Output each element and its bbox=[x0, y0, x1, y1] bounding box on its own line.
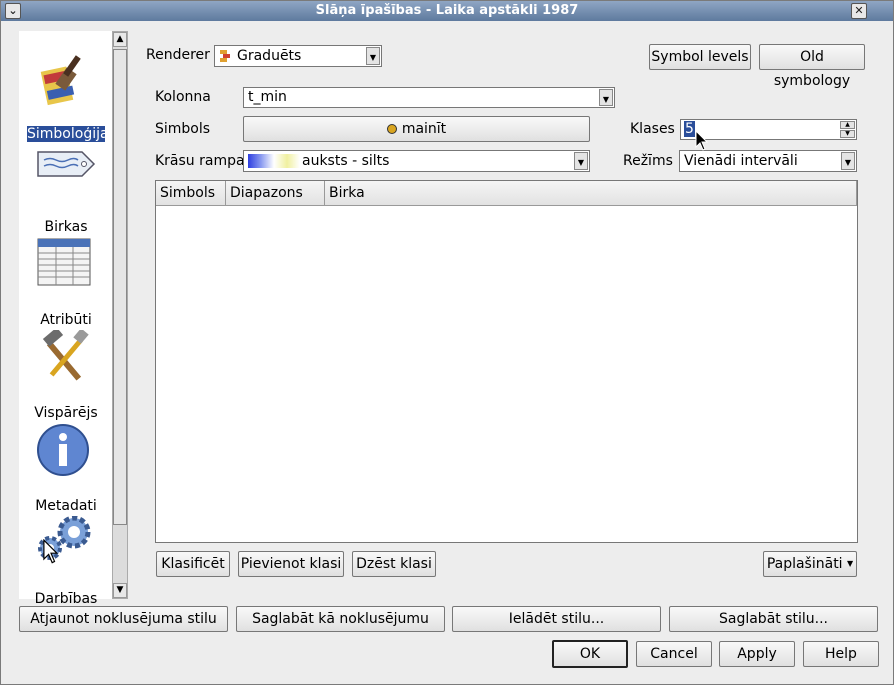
save-style-button[interactable]: Saglabāt stilu... bbox=[669, 606, 878, 632]
sidebar-item-labels[interactable]: Birkas bbox=[19, 144, 113, 237]
sidebar-item-attributes[interactable]: Atribūti bbox=[19, 237, 113, 330]
column-header-range[interactable]: Diapazons bbox=[226, 181, 325, 206]
add-class-button[interactable]: Pievienot klasi bbox=[238, 551, 344, 577]
layer-properties-dialog: Slāņa īpašības - Laika apstākli 1987 ⌄ ✕… bbox=[0, 0, 894, 685]
advanced-button[interactable]: Paplašināti ▼ bbox=[763, 551, 857, 577]
mouse-cursor-icon bbox=[695, 130, 709, 151]
info-icon bbox=[36, 423, 96, 491]
mouse-cursor-icon bbox=[43, 539, 59, 564]
help-button[interactable]: Help bbox=[803, 641, 879, 667]
restore-default-style-button[interactable]: Atjaunot noklusējuma stilu bbox=[19, 606, 228, 632]
mode-value: Vienādi intervāli bbox=[684, 153, 798, 169]
chevron-down-icon: ▼ bbox=[574, 152, 588, 170]
column-select[interactable]: t_min ▼ bbox=[243, 87, 615, 108]
old-symbology-button[interactable]: Old symbology bbox=[759, 44, 865, 89]
column-header-label[interactable]: Birka bbox=[325, 181, 857, 206]
tools-icon bbox=[36, 327, 96, 398]
scroll-up-icon[interactable]: ▲ bbox=[113, 32, 127, 47]
sidebar-item-label: Vispārējs bbox=[34, 405, 98, 421]
sidebar-item-actions[interactable]: Darbības bbox=[19, 515, 113, 609]
chevron-down-icon: ▼ bbox=[599, 89, 613, 106]
mode-select[interactable]: Vienādi intervāli ▼ bbox=[679, 150, 857, 172]
chevron-down-icon: ▼ bbox=[366, 47, 380, 65]
sidebar-scrollbar[interactable]: ▲ ▼ bbox=[112, 31, 128, 599]
load-style-button[interactable]: Ielādēt stilu... bbox=[452, 606, 661, 632]
sidebar-item-label: Darbības bbox=[34, 591, 98, 607]
column-label: Kolonna bbox=[155, 89, 211, 105]
tag-icon bbox=[36, 144, 96, 212]
color-ramp-preview bbox=[248, 154, 300, 168]
sidebar-item-symbology[interactable]: Simboloģija bbox=[19, 51, 113, 144]
save-as-default-button[interactable]: Saglabāt kā noklusējumu bbox=[236, 606, 445, 632]
advanced-label: Paplašināti bbox=[766, 556, 843, 572]
delete-class-button[interactable]: Dzēst klasi bbox=[352, 551, 436, 577]
color-ramp-value: auksts - silts bbox=[302, 153, 390, 169]
chevron-down-icon: ▼ bbox=[847, 559, 854, 568]
table-icon bbox=[36, 237, 96, 305]
sidebar-panel: Simboloģija Birkas Atribūti Vispārējs Me… bbox=[19, 31, 113, 607]
sidebar-item-label: Simboloģija bbox=[27, 126, 109, 142]
spin-up-icon[interactable]: ▲ bbox=[840, 121, 855, 129]
scroll-down-icon[interactable]: ▼ bbox=[113, 583, 127, 598]
color-ramp-select[interactable]: auksts - silts ▼ bbox=[243, 150, 590, 172]
symbol-label: Simbols bbox=[155, 121, 211, 137]
sidebar-item-label: Atribūti bbox=[40, 312, 92, 328]
classes-label: Klases bbox=[630, 121, 675, 137]
scroll-thumb[interactable] bbox=[113, 49, 127, 525]
renderer-select[interactable]: Graduēts ▼ bbox=[214, 45, 382, 67]
symbol-preview-icon bbox=[386, 124, 397, 134]
column-value: t_min bbox=[248, 89, 287, 105]
close-icon[interactable]: ✕ bbox=[851, 3, 867, 19]
window-title: Slāņa īpašības - Laika apstākli 1987 bbox=[315, 3, 579, 18]
classes-value: 5 bbox=[684, 121, 695, 137]
window-menu-icon[interactable]: ⌄ bbox=[5, 3, 21, 19]
apply-button[interactable]: Apply bbox=[719, 641, 795, 667]
sidebar-item-metadata[interactable]: Metadati bbox=[19, 423, 113, 516]
classify-button[interactable]: Klasificēt bbox=[156, 551, 230, 577]
symbol-levels-button[interactable]: Symbol levels bbox=[649, 44, 751, 70]
classes-table[interactable]: Simbols Diapazons Birka bbox=[155, 180, 858, 543]
renderer-value: Graduēts bbox=[237, 48, 302, 64]
paintbrush-icon bbox=[36, 51, 96, 119]
title-bar[interactable]: Slāņa īpašības - Laika apstākli 1987 bbox=[1, 1, 893, 21]
color-ramp-label: Krāsu rampa bbox=[155, 153, 245, 169]
chevron-down-icon: ▼ bbox=[841, 152, 855, 170]
change-symbol-label: mainīt bbox=[401, 121, 447, 137]
graduated-icon bbox=[220, 50, 230, 62]
change-symbol-button[interactable]: mainīt bbox=[243, 116, 590, 142]
mode-label: Režīms bbox=[623, 153, 673, 169]
renderer-label: Renderer bbox=[146, 47, 210, 63]
sidebar-item-general[interactable]: Vispārējs bbox=[19, 327, 113, 423]
cancel-button[interactable]: Cancel bbox=[636, 641, 712, 667]
ok-button[interactable]: OK bbox=[552, 640, 628, 668]
sidebar-item-label: Metadati bbox=[35, 498, 97, 514]
sidebar-item-label: Birkas bbox=[44, 219, 88, 235]
spin-down-icon[interactable]: ▼ bbox=[840, 130, 855, 138]
column-header-symbol[interactable]: Simbols bbox=[156, 181, 226, 206]
